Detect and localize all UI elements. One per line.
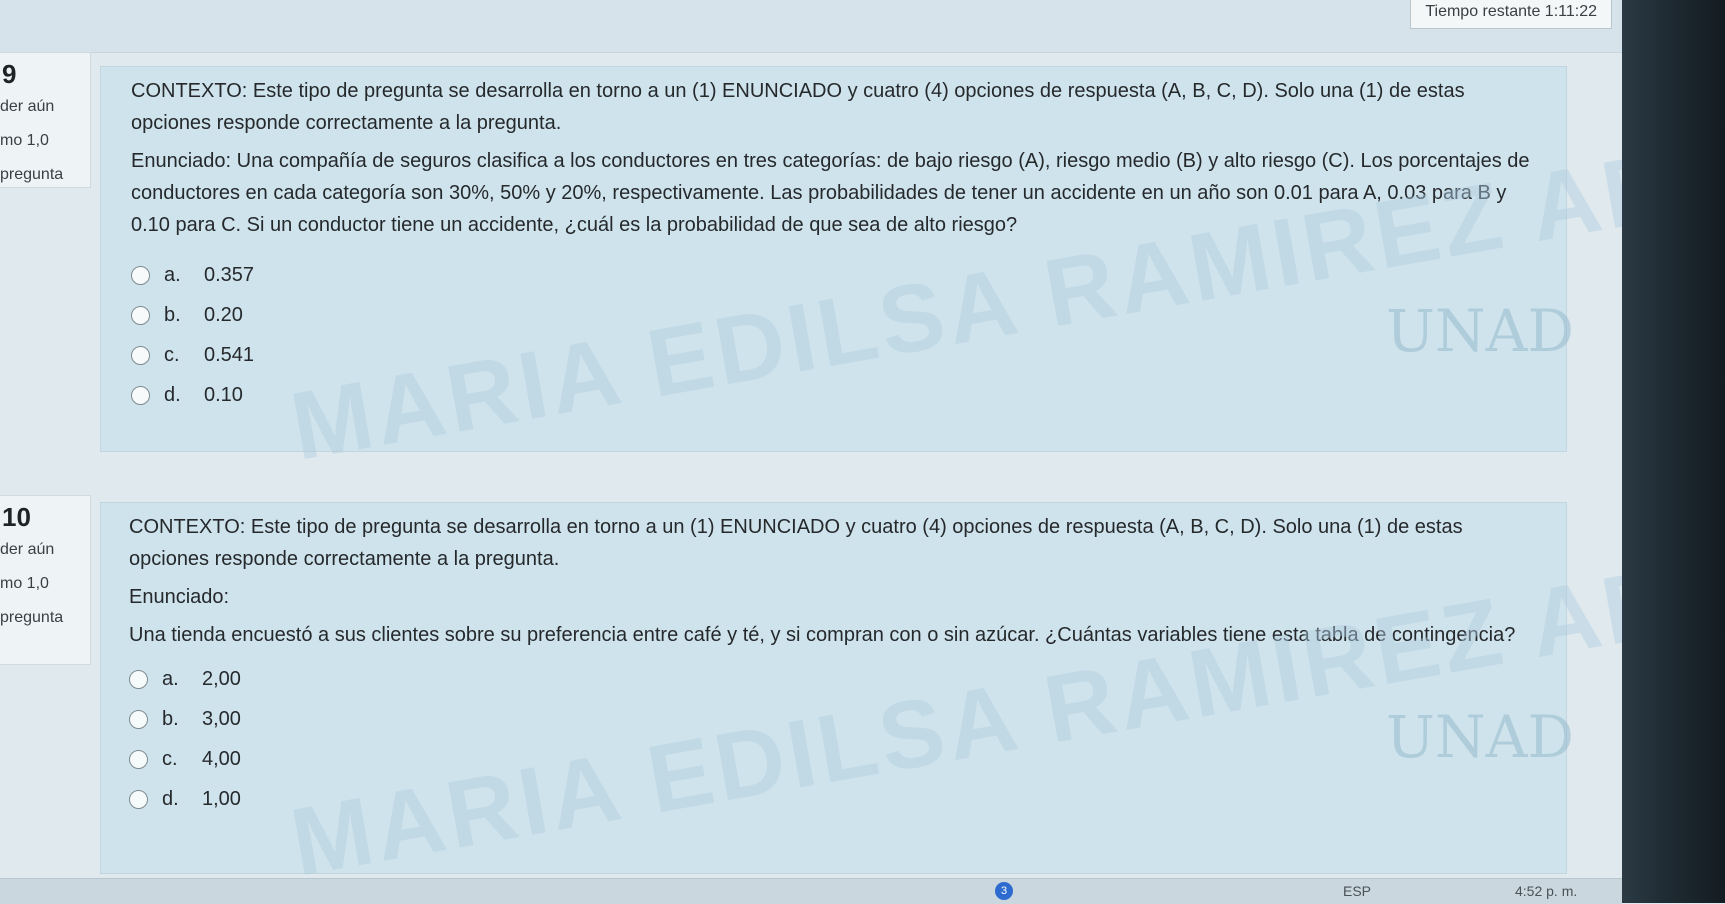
radio-button[interactable]: [131, 345, 150, 365]
question-status: der aún: [0, 541, 55, 558]
flag-question-link[interactable]: pregunta: [0, 601, 90, 635]
option-letter: c.: [164, 343, 180, 366]
option-b[interactable]: b. 3,00: [129, 699, 1546, 739]
option-letter: a.: [162, 667, 179, 690]
option-c[interactable]: c. 0.541: [131, 335, 1546, 375]
radio-button[interactable]: [131, 385, 150, 405]
option-b[interactable]: b. 0.20: [131, 295, 1546, 335]
time-remaining: Tiempo restante 1:11:22: [1410, 0, 1612, 29]
option-text: 0.357: [204, 263, 255, 286]
option-text: 1,00: [202, 787, 241, 810]
notification-badge[interactable]: 3: [995, 882, 1013, 900]
radio-button[interactable]: [129, 789, 148, 809]
top-bar: Tiempo restante 1:11:22: [0, 0, 1622, 53]
radio-button[interactable]: [131, 265, 150, 285]
question-statement: Enunciado: Una compañía de seguros clasi…: [131, 150, 1530, 236]
option-letter: d.: [162, 787, 179, 810]
question-score: mo 1,0: [0, 575, 49, 592]
radio-button[interactable]: [131, 305, 150, 325]
question-context: CONTEXTO: Este tipo de pregunta se desar…: [131, 80, 1465, 134]
question-card-10: MARIA EDILSA RAMIREZ ABRIL UNAD CONTEXTO…: [100, 502, 1725, 897]
option-c[interactable]: c. 4,00: [129, 739, 1546, 779]
flag-question-link[interactable]: pregunta: [0, 158, 90, 192]
question-info-9: 9 der aún mo 1,0 pregunta: [0, 52, 91, 188]
option-text: 2,00: [202, 667, 241, 690]
answer-options: a. 0.357 b. 0.20 c. 0.541 d. 0.10: [131, 255, 1546, 415]
taskbar: 3 ESP 4:52 p. m.: [0, 878, 1622, 904]
option-text: 4,00: [202, 747, 241, 770]
option-letter: d.: [164, 383, 181, 406]
question-statement: Una tienda encuestó a sus clientes sobre…: [129, 624, 1516, 646]
question-number: 10: [2, 502, 31, 532]
option-text: 3,00: [202, 707, 241, 730]
option-letter: b.: [162, 707, 179, 730]
language-indicator[interactable]: ESP: [1343, 883, 1371, 899]
option-letter: b.: [164, 303, 181, 326]
question-context: CONTEXTO: Este tipo de pregunta se desar…: [129, 516, 1463, 570]
option-a[interactable]: a. 2,00: [129, 659, 1546, 699]
radio-button[interactable]: [129, 709, 148, 729]
question-info-10: 10 der aún mo 1,0 pregunta: [0, 495, 91, 665]
option-a[interactable]: a. 0.357: [131, 255, 1546, 295]
option-text: 0.20: [204, 303, 243, 326]
clock[interactable]: 4:52 p. m.: [1515, 883, 1577, 899]
option-d[interactable]: d. 1,00: [129, 779, 1546, 819]
question-status: der aún: [0, 98, 55, 115]
radio-button[interactable]: [129, 669, 148, 689]
question-number: 9: [2, 59, 17, 89]
option-letter: c.: [162, 747, 178, 770]
statement-label: Enunciado:: [129, 586, 230, 608]
option-d[interactable]: d. 0.10: [131, 375, 1546, 415]
option-text: 0.10: [204, 383, 243, 406]
option-text: 0.541: [204, 343, 255, 366]
question-score: mo 1,0: [0, 132, 49, 149]
radio-button[interactable]: [129, 749, 148, 769]
answer-options: a. 2,00 b. 3,00 c. 4,00 d. 1,00: [129, 659, 1546, 819]
screen-edge: [1622, 0, 1725, 903]
question-card-9: MARIA EDILSA RAMIREZ ABRIL UNAD CONTEXTO…: [100, 66, 1725, 481]
option-letter: a.: [164, 263, 181, 286]
